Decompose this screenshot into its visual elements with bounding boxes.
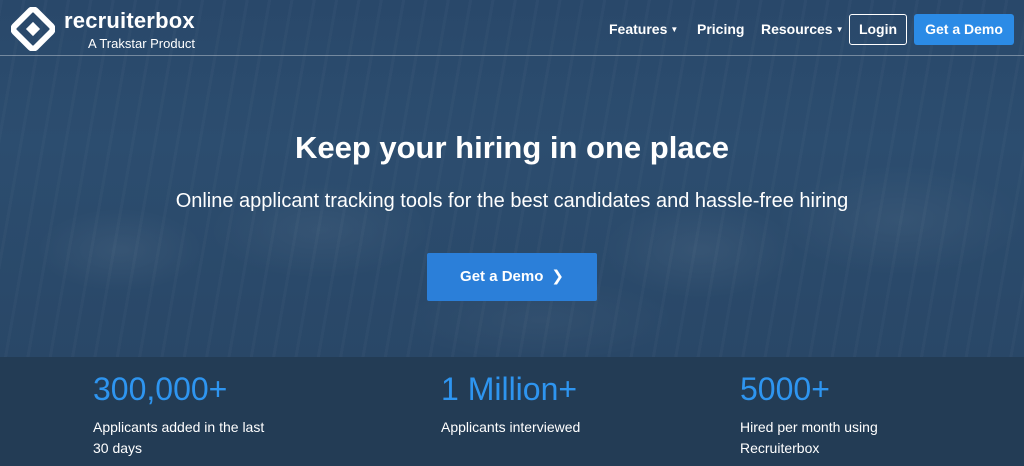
nav-features-label: Features [609,21,668,37]
stat-label: Applicants added in the last 30 days [93,419,265,456]
hero-title: Keep your hiring in one place [294,130,730,165]
chevron-right-icon: ❯ [551,268,564,285]
nav-pricing-link[interactable]: Pricing [697,21,744,37]
hero-subtitle: Online applicant tracking tools for the … [175,190,849,212]
nav-features-menu[interactable]: Features ▼ [609,21,678,37]
stat-hired-per-month: 5000+ Hired per month using Recruiterbox [740,371,900,459]
get-demo-hero-button[interactable]: Get a Demo ❯ [427,253,597,301]
top-navbar: recruiterbox A Trakstar Product Features… [0,0,1024,56]
recruiterbox-logo-icon[interactable] [11,7,55,51]
stats-section: 300,000+ Applicants added in the last 30… [0,357,1024,466]
stat-value: 1 Million+ [441,371,578,407]
get-demo-nav-button[interactable]: Get a Demo [914,14,1014,45]
get-demo-hero-label: Get a Demo [460,268,544,285]
stat-value: 5000+ [740,371,830,407]
login-button[interactable]: Login [849,14,907,45]
stat-label: Hired per month using Recruiterbox [740,419,878,456]
brand-tagline: A Trakstar Product [88,36,195,51]
stat-applicants-interviewed: 1 Million+ Applicants interviewed [441,371,631,438]
chevron-down-icon: ▼ [835,25,844,34]
nav-resources-menu[interactable]: Resources ▼ [761,21,844,37]
chevron-down-icon: ▼ [670,25,679,34]
stat-label: Applicants interviewed [441,419,581,435]
nav-resources-label: Resources [761,21,833,37]
stat-applicants-added: 300,000+ Applicants added in the last 30… [93,371,278,459]
brand-name[interactable]: recruiterbox [64,8,195,34]
stat-value: 300,000+ [93,371,228,407]
